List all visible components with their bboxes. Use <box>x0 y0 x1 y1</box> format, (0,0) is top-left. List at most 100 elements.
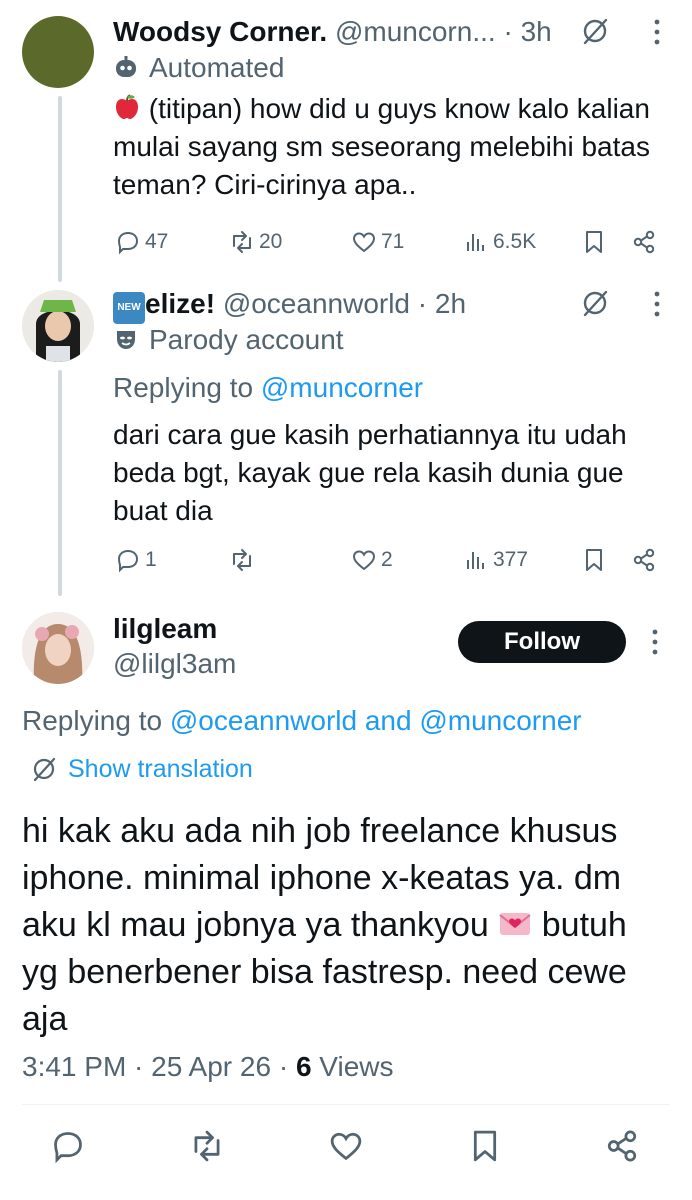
bookmark-icon <box>473 1130 497 1162</box>
separator: · <box>271 1051 296 1082</box>
display-name[interactable]: elize! <box>145 288 215 319</box>
tweet-header: Woodsy Corner. @muncorn... · 3h <box>113 14 692 50</box>
share-icon <box>633 230 655 254</box>
grok-icon <box>33 757 56 782</box>
tweet-text: dari cara gue kasih perhatiannya itu uda… <box>113 419 627 526</box>
views-count: 377 <box>493 548 529 571</box>
heart-icon <box>352 550 376 571</box>
main-action-bar <box>0 1128 692 1172</box>
action-bar: 47 20 71 6.5K <box>113 224 692 260</box>
user-handle[interactable]: @muncorn... <box>335 16 496 47</box>
divider <box>22 1104 670 1105</box>
views-count: 6 <box>295 1051 312 1082</box>
user-handle[interactable]: @oceannworld <box>223 288 410 319</box>
theater-mask-icon <box>117 331 135 349</box>
share-button[interactable] <box>631 542 657 578</box>
replying-to-link[interactable]: @muncorner <box>261 372 423 403</box>
heart-icon <box>330 1132 362 1161</box>
tweet-text: (titipan) how did u guys know kalo kalia… <box>113 90 658 204</box>
automated-label: Automated <box>113 50 692 86</box>
tweet-meta: 3:41 PM · 25 Apr 26 · 6 Views <box>22 1050 393 1084</box>
bookmark-button[interactable] <box>467 1128 503 1164</box>
follow-button[interactable]: Follow <box>458 621 626 663</box>
replying-to-prefix: Replying to <box>113 372 261 403</box>
repost-button[interactable]: 20 <box>229 224 282 260</box>
replying-to: Replying to @muncorner <box>113 370 692 406</box>
separator: · <box>126 1051 152 1082</box>
share-button[interactable] <box>631 224 657 260</box>
separator: · <box>503 16 521 47</box>
like-button[interactable]: 2 <box>351 542 393 578</box>
user-handle[interactable]: @lilgl3am <box>113 647 236 681</box>
apple-emoji-icon <box>116 94 138 119</box>
thread-tweet-1[interactable]: Woodsy Corner. @muncorn... · 3h Automate… <box>113 14 692 264</box>
avatar[interactable] <box>22 16 94 88</box>
repost-button[interactable] <box>229 542 259 578</box>
grok-icon[interactable] <box>580 288 610 318</box>
thread-tweet-2[interactable]: NEW elize! @oceannworld · 2h Parody accou… <box>113 286 692 586</box>
share-button[interactable] <box>604 1128 640 1164</box>
reply-count: 1 <box>145 548 157 571</box>
repost-icon <box>194 1130 220 1162</box>
badge-text: Automated <box>149 52 285 83</box>
reply-icon <box>54 1132 82 1164</box>
more-icon[interactable] <box>648 626 662 658</box>
views-icon <box>467 552 484 569</box>
reply-button[interactable]: 47 <box>115 224 168 260</box>
like-count: 71 <box>381 230 405 253</box>
reply-count: 47 <box>145 230 169 253</box>
repost-button[interactable] <box>189 1128 225 1164</box>
tweet-date[interactable]: 25 Apr 26 <box>151 1051 271 1082</box>
views-button[interactable]: 6.5K <box>463 224 536 260</box>
like-button[interactable]: 71 <box>351 224 404 260</box>
reply-button[interactable]: 1 <box>115 542 157 578</box>
like-count: 2 <box>381 548 393 571</box>
show-translation-button[interactable]: Show translation <box>30 753 253 785</box>
robot-icon <box>116 56 136 77</box>
tweet-text: hi kak aku ada nih job freelance khusus … <box>22 808 672 1043</box>
separator: · <box>410 288 435 319</box>
tweet-text-content: (titipan) how did u guys know kalo kalia… <box>113 93 650 200</box>
timestamp[interactable]: 2h <box>435 288 466 319</box>
tweet-header: NEW elize! @oceannworld · 2h <box>113 286 692 324</box>
timestamp[interactable]: 3h <box>521 16 552 47</box>
repost-icon <box>233 231 251 253</box>
avatar-image <box>22 612 94 684</box>
bookmark-icon <box>586 549 602 571</box>
avatar[interactable] <box>22 290 94 362</box>
tweet-time[interactable]: 3:41 PM <box>22 1051 126 1082</box>
action-bar: 1 2 377 <box>113 542 692 578</box>
show-translation-label: Show translation <box>68 755 253 783</box>
reply-icon <box>117 231 139 255</box>
grok-icon[interactable] <box>580 16 610 46</box>
more-icon[interactable] <box>650 288 664 320</box>
more-icon[interactable] <box>650 16 664 48</box>
new-badge-icon: NEW <box>113 292 145 324</box>
replying-to-prefix: Replying to <box>22 705 170 736</box>
badge-text: Parody account <box>149 324 344 355</box>
display-name[interactable]: Woodsy Corner. <box>113 16 327 47</box>
reply-icon <box>117 549 139 573</box>
replying-to: Replying to @oceannworld and @muncorner <box>22 702 582 740</box>
share-icon <box>633 548 655 572</box>
views-label: Views <box>319 1051 394 1082</box>
views-count: 6.5K <box>493 230 537 253</box>
bookmark-button[interactable] <box>581 542 607 578</box>
reply-button[interactable] <box>50 1128 86 1164</box>
heart-icon <box>352 232 376 253</box>
avatar[interactable] <box>22 612 94 684</box>
repost-icon <box>233 549 251 571</box>
replying-to-links[interactable]: @oceannworld and @muncorner <box>170 705 582 736</box>
display-name[interactable]: lilgleam <box>113 612 217 646</box>
thread-line <box>58 370 62 596</box>
bookmark-icon <box>586 231 602 253</box>
repost-count: 20 <box>259 230 283 253</box>
avatar-image <box>22 290 94 362</box>
like-button[interactable] <box>328 1128 364 1164</box>
parody-label: Parody account <box>113 322 692 358</box>
bookmark-button[interactable] <box>581 224 607 260</box>
views-button[interactable]: 377 <box>463 542 528 578</box>
tweet-text-part: hi kak aku ada nih job freelance khusus … <box>22 812 622 944</box>
thread-line <box>58 96 62 282</box>
views-icon <box>467 234 484 251</box>
